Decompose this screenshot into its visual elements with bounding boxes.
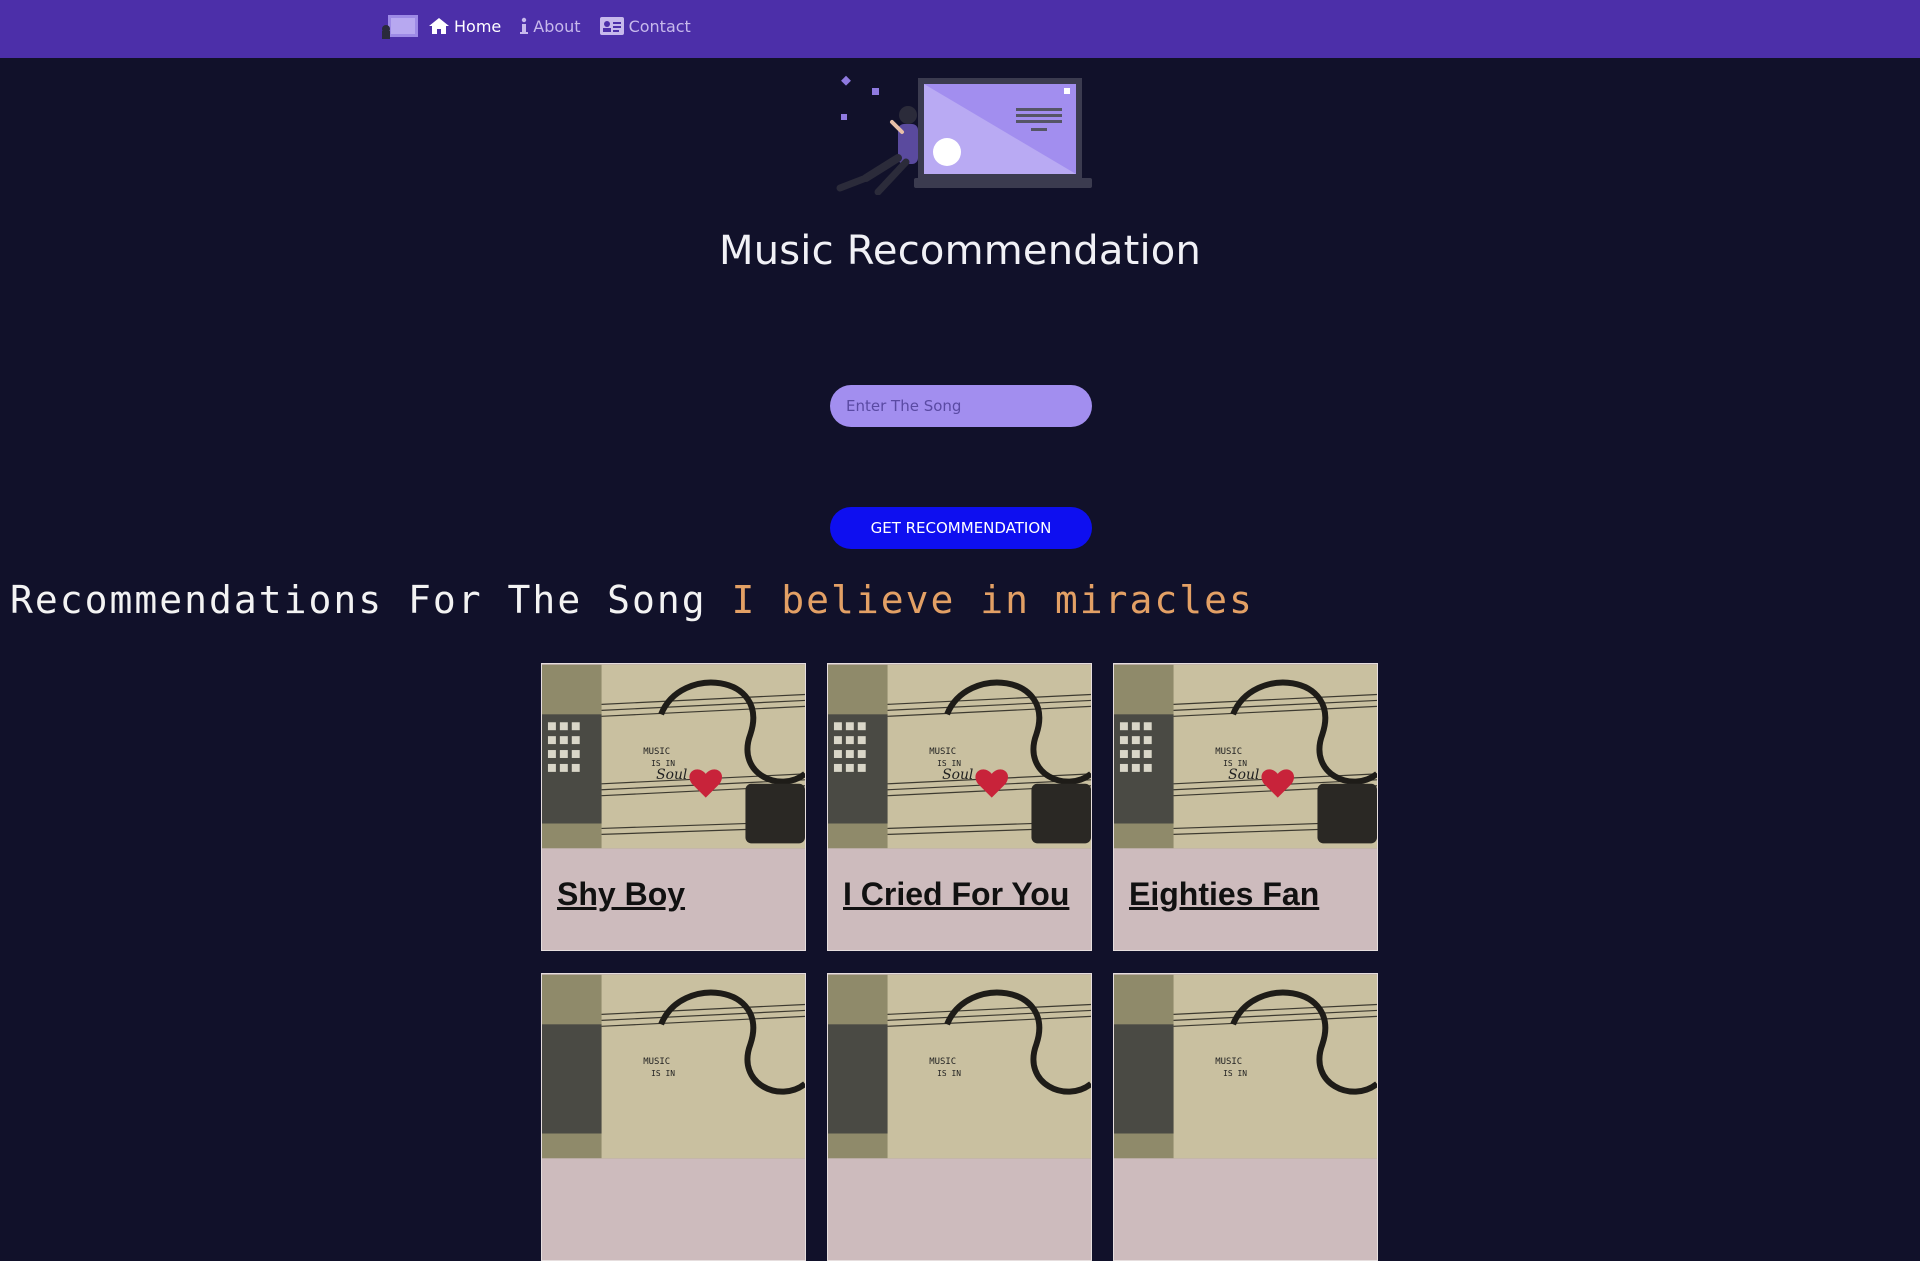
song-card-title[interactable]: Eighties Fan xyxy=(1129,876,1319,913)
music-logo-icon[interactable] xyxy=(378,11,420,41)
recommendations-heading-prefix: Recommendations For The Song xyxy=(10,578,707,622)
sheet-music-heart-image: MUSIC IS IN xyxy=(542,974,805,1159)
get-recommendation-button[interactable]: GET RECOMMENDATION xyxy=(830,507,1092,549)
song-card-title[interactable]: I Cried For You xyxy=(843,876,1069,913)
recommendations-heading: Recommendations For The Song I believe i… xyxy=(10,578,1254,622)
nav-about-label: About xyxy=(533,16,581,36)
svg-text:Soul: Soul xyxy=(656,767,687,783)
song-card[interactable]: MUSIC IS IN Soul I Cried For You xyxy=(827,663,1092,951)
nav-contact-label: Contact xyxy=(628,16,691,36)
home-icon xyxy=(428,17,450,35)
svg-text:Soul: Soul xyxy=(942,767,973,783)
song-card[interactable]: MUSIC IS IN xyxy=(1113,973,1378,1261)
song-card[interactable]: MUSIC IS IN xyxy=(541,973,806,1261)
song-card[interactable]: MUSIC IS IN Soul Eighties Fan xyxy=(1113,663,1378,951)
svg-text:MUSIC: MUSIC xyxy=(643,747,670,757)
song-card[interactable]: MUSIC IS IN xyxy=(827,973,1092,1261)
nav-about[interactable]: About xyxy=(519,16,581,36)
svg-text:MUSIC: MUSIC xyxy=(643,1057,670,1067)
navbar: Home About Contact xyxy=(0,0,1920,58)
svg-text:Soul: Soul xyxy=(1228,767,1259,783)
info-icon xyxy=(519,17,529,35)
sheet-music-heart-image: MUSIC IS IN xyxy=(1114,974,1377,1159)
nav-home[interactable]: Home xyxy=(428,17,501,36)
nav-inner: Home About Contact xyxy=(378,0,709,52)
svg-text:MUSIC: MUSIC xyxy=(929,1057,956,1067)
song-card-title[interactable]: Shy Boy xyxy=(557,876,685,913)
svg-text:IS IN: IS IN xyxy=(651,1069,675,1078)
sheet-music-heart-image: MUSIC IS IN Soul xyxy=(1114,664,1377,849)
song-search-input[interactable] xyxy=(830,385,1092,427)
svg-text:IS IN: IS IN xyxy=(937,1069,961,1078)
contact-card-icon xyxy=(599,16,625,36)
nav-home-label: Home xyxy=(454,16,502,36)
sheet-music-heart-image: MUSIC IS IN Soul xyxy=(542,664,805,849)
svg-text:MUSIC: MUSIC xyxy=(1215,747,1242,757)
sheet-music-heart-image: MUSIC IS IN xyxy=(828,974,1091,1159)
svg-text:MUSIC: MUSIC xyxy=(1215,1057,1242,1067)
nav-contact[interactable]: Contact xyxy=(599,16,691,36)
recommendations-song-name: I believe in miracles xyxy=(731,578,1254,622)
page-title: Music Recommendation xyxy=(718,228,1201,274)
person-with-laptop-illustration xyxy=(826,70,1096,196)
sheet-music-heart-image: MUSIC IS IN Soul xyxy=(828,664,1091,849)
svg-text:IS IN: IS IN xyxy=(1223,1069,1247,1078)
svg-text:MUSIC: MUSIC xyxy=(929,747,956,757)
song-card[interactable]: MUSIC IS IN Soul Shy Boy xyxy=(541,663,806,951)
